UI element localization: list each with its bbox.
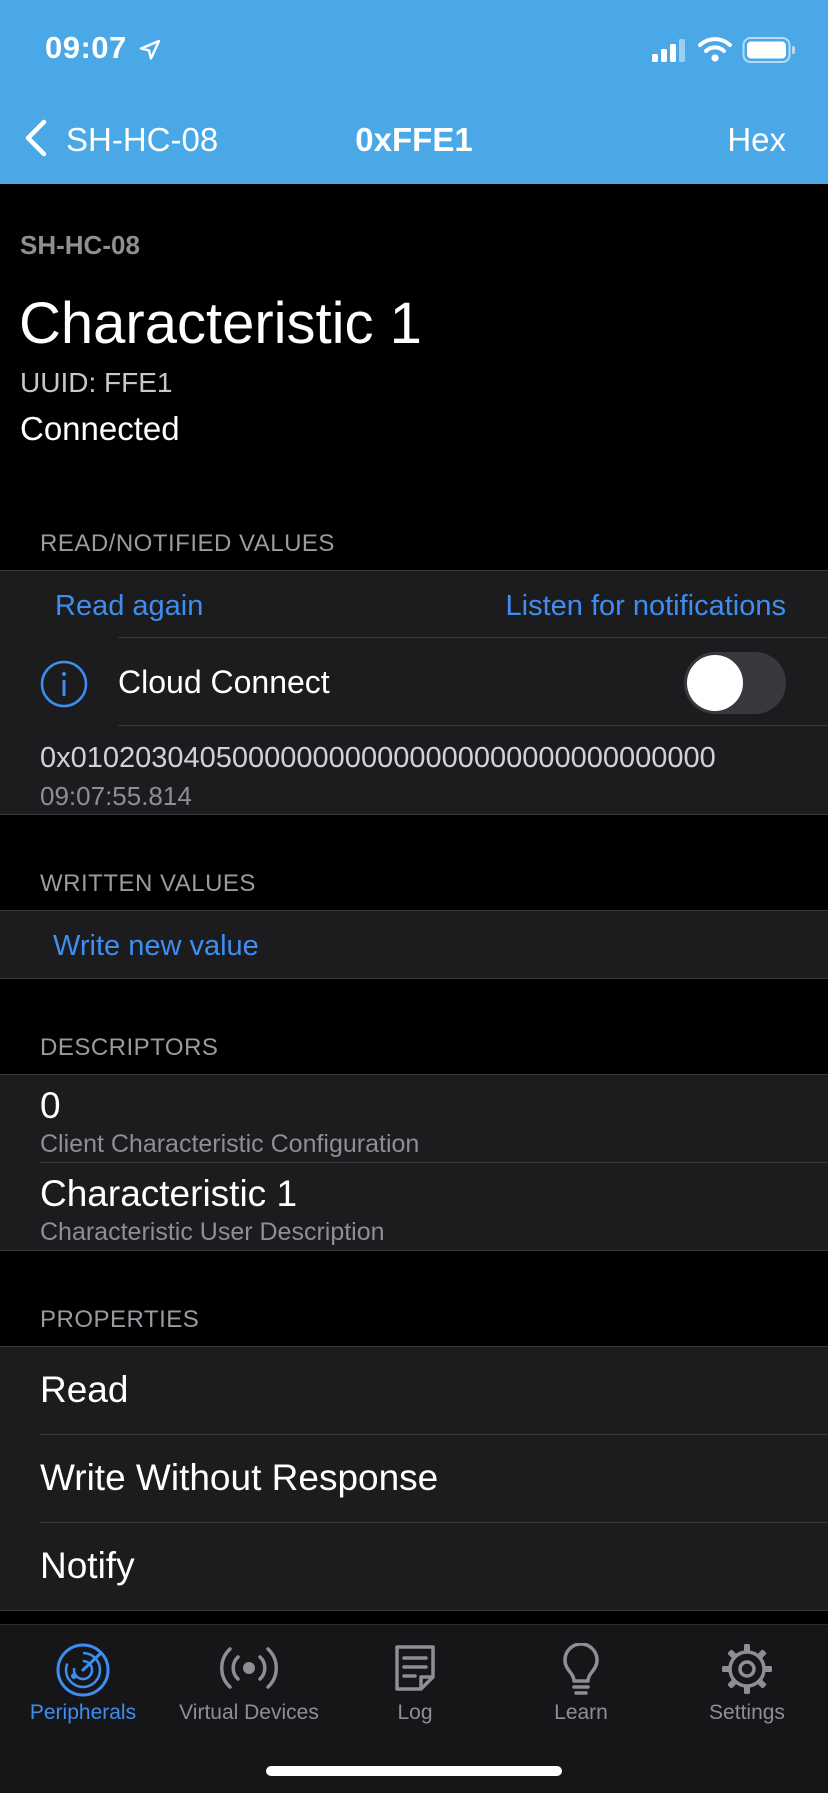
property-notify: Notify bbox=[40, 1545, 135, 1586]
uuid-label: UUID: FFE1 bbox=[20, 367, 173, 398]
property-read: Read bbox=[40, 1369, 129, 1410]
divider bbox=[40, 1434, 828, 1435]
characteristic-title: Characteristic 1 bbox=[19, 291, 422, 356]
descriptor-value: Characteristic 1 bbox=[40, 1173, 298, 1214]
status-time: 09:07 bbox=[45, 30, 127, 65]
device-name: SH-HC-08 bbox=[20, 230, 140, 260]
listen-notifications-button[interactable]: Listen for notifications bbox=[506, 590, 786, 623]
navigation-header: 09:07 SH-HC-08 0xFFE1 Hex bbox=[0, 0, 828, 184]
properties-header: PROPERTIES bbox=[40, 1306, 200, 1333]
radar-icon bbox=[56, 1643, 110, 1697]
broadcast-icon bbox=[220, 1647, 278, 1689]
descriptor-name: Characteristic User Description bbox=[40, 1218, 385, 1246]
battery-icon bbox=[742, 37, 795, 63]
nav-title: 0xFFE1 bbox=[355, 121, 473, 158]
cloud-connect-label: Cloud Connect bbox=[118, 664, 330, 700]
descriptor-name: Client Characteristic Configuration bbox=[40, 1130, 420, 1158]
lightbulb-icon bbox=[563, 1643, 599, 1695]
tab-log[interactable]: Log bbox=[332, 1625, 498, 1745]
connection-status: Connected bbox=[20, 410, 180, 447]
read-values-header: READ/NOTIFIED VALUES bbox=[40, 530, 335, 557]
hex-button[interactable]: Hex bbox=[727, 121, 786, 159]
tab-label: Peripherals bbox=[29, 1701, 137, 1724]
home-indicator[interactable] bbox=[266, 1766, 562, 1776]
tab-learn[interactable]: Learn bbox=[498, 1625, 664, 1745]
tab-label: Virtual Devices bbox=[179, 1701, 319, 1724]
descriptor-value: 0 bbox=[40, 1085, 61, 1126]
read-values-group: Read again Listen for notifications Clou… bbox=[0, 570, 828, 815]
properties-group: Read Write Without Response Notify bbox=[0, 1346, 828, 1611]
wifi-icon bbox=[698, 37, 732, 62]
tab-peripherals[interactable]: Peripherals bbox=[0, 1625, 166, 1745]
tab-settings[interactable]: Settings bbox=[664, 1625, 828, 1745]
tab-label: Learn bbox=[554, 1701, 608, 1724]
divider bbox=[40, 1522, 828, 1523]
cellular-signal-icon bbox=[652, 39, 685, 62]
cloud-connect-toggle[interactable] bbox=[684, 652, 786, 714]
divider bbox=[118, 637, 828, 638]
tab-label: Log bbox=[397, 1701, 433, 1724]
toggle-knob bbox=[687, 655, 743, 711]
value-timestamp: 09:07:55.814 bbox=[40, 781, 192, 811]
tab-label: Settings bbox=[709, 1701, 785, 1724]
divider bbox=[118, 725, 828, 726]
tab-virtual-devices[interactable]: Virtual Devices bbox=[166, 1625, 332, 1745]
written-values-group: Write new value bbox=[0, 910, 828, 979]
gear-icon bbox=[722, 1644, 772, 1694]
descriptors-header: DESCRIPTORS bbox=[40, 1034, 219, 1061]
write-new-value-button[interactable]: Write new value bbox=[53, 930, 259, 963]
written-values-header: WRITTEN VALUES bbox=[40, 870, 256, 897]
info-icon[interactable] bbox=[40, 660, 88, 708]
property-write-without-response: Write Without Response bbox=[40, 1457, 439, 1498]
divider bbox=[40, 1162, 828, 1163]
location-arrow-icon bbox=[139, 39, 161, 60]
characteristic-value: 0x01020304050000000000000000000000000000… bbox=[40, 742, 716, 774]
descriptors-group: 0 Client Characteristic Configuration Ch… bbox=[0, 1074, 828, 1251]
document-icon bbox=[395, 1645, 435, 1691]
read-again-button[interactable]: Read again bbox=[55, 590, 203, 623]
